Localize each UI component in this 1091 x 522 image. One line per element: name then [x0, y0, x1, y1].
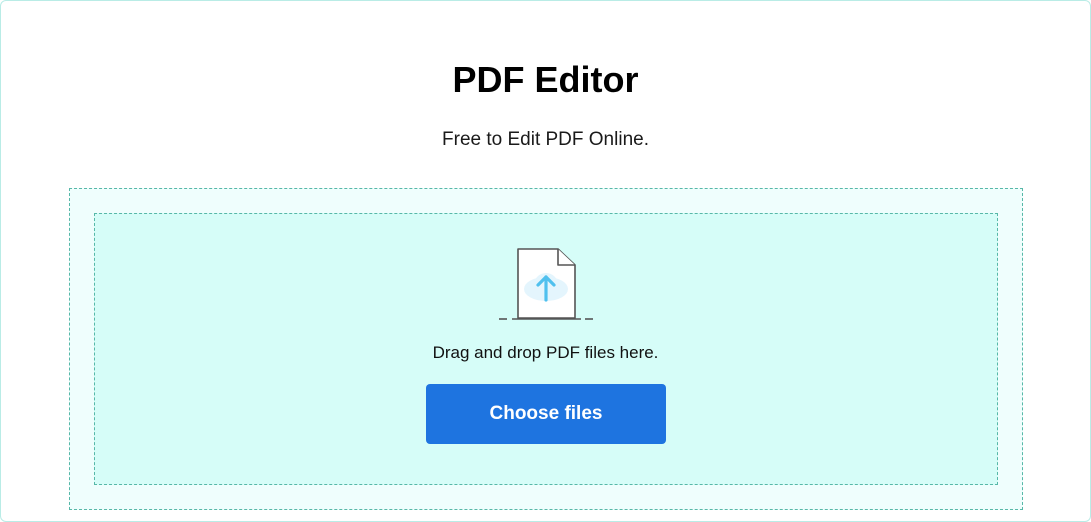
upload-file-icon	[499, 248, 593, 320]
page-subtitle: Free to Edit PDF Online.	[442, 129, 649, 150]
drag-drop-instruction: Drag and drop PDF files here.	[432, 343, 659, 362]
choose-files-button[interactable]: Choose files	[426, 384, 666, 444]
page-title: PDF Editor	[452, 59, 639, 100]
